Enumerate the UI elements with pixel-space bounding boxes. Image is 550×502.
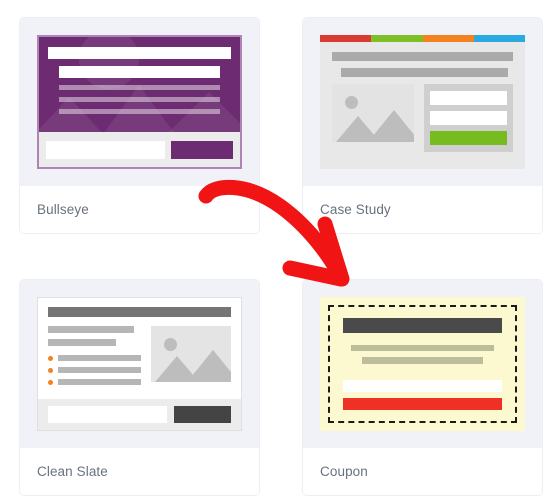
template-preview-coupon[interactable]	[303, 280, 542, 448]
image-placeholder-sun-icon	[345, 96, 358, 109]
case-study-form-panel	[424, 84, 513, 152]
template-name-bullseye: Bullseye	[37, 202, 89, 217]
bullet-dot-icon	[48, 355, 53, 361]
color-bar-red	[320, 35, 372, 42]
case-study-email-field-mock	[430, 111, 507, 125]
coupon-headline-bar	[343, 318, 502, 333]
coupon-body-line	[350, 344, 495, 352]
clean-slate-optin-footer	[38, 399, 241, 430]
template-label-row-coupon: Coupon	[303, 448, 542, 495]
bullseye-headline-bar	[48, 47, 231, 59]
bullet-dot-icon	[48, 367, 53, 373]
template-label-row-case-study: Case Study	[303, 186, 542, 233]
clean-slate-headline-bar	[48, 307, 231, 317]
case-study-lower-section	[332, 84, 513, 152]
bullseye-body-line	[58, 109, 221, 114]
template-preview-clean-slate[interactable]	[20, 280, 259, 448]
template-card-bullseye[interactable]: Bullseye	[20, 18, 259, 233]
case-study-headline-bar	[332, 52, 513, 61]
bullet-dot-icon	[48, 379, 53, 385]
clean-slate-bullet-line	[58, 355, 141, 361]
clean-slate-submit-button-mock	[174, 406, 231, 423]
clean-slate-bullet-item	[48, 355, 141, 361]
template-grid: Bullseye Case Study Clean Slate Coupon	[0, 0, 550, 502]
coupon-email-preview	[320, 297, 525, 431]
bullseye-email-preview	[37, 35, 242, 169]
clean-slate-columns	[48, 326, 231, 391]
color-bar-orange	[422, 35, 474, 42]
clean-slate-image-placeholder	[151, 326, 231, 382]
image-placeholder-sun-icon	[164, 338, 177, 351]
coupon-dashed-frame	[328, 305, 517, 423]
bullseye-subhead-bar	[58, 66, 220, 78]
clean-slate-bullet-line	[58, 367, 141, 373]
template-label-row-clean-slate: Clean Slate	[20, 448, 259, 495]
template-chooser-screen: Bullseye Case Study Clean Slate Coupon	[0, 0, 550, 502]
case-study-email-preview	[320, 35, 525, 169]
coupon-email-input-mock	[343, 379, 502, 392]
template-preview-case-study[interactable]	[303, 18, 542, 186]
template-card-clean-slate[interactable]: Clean Slate	[20, 280, 259, 495]
case-study-submit-button-mock	[430, 131, 507, 145]
bullseye-email-input-mock	[46, 140, 165, 159]
template-name-coupon: Coupon	[320, 464, 368, 479]
clean-slate-bullet-item	[48, 367, 141, 373]
image-placeholder-mountain-icon	[368, 110, 414, 142]
clean-slate-bullet-line	[58, 379, 141, 385]
template-name-case-study: Case Study	[320, 202, 391, 217]
case-study-image-placeholder	[332, 84, 414, 142]
clean-slate-bullet-list	[48, 355, 141, 385]
clean-slate-body-line	[48, 326, 135, 333]
clean-slate-email-input-mock	[48, 406, 167, 423]
template-name-clean-slate: Clean Slate	[37, 464, 108, 479]
bullseye-content	[39, 37, 240, 114]
template-preview-bullseye[interactable]	[20, 18, 259, 186]
coupon-body-line	[362, 357, 483, 364]
template-label-row-bullseye: Bullseye	[20, 186, 259, 233]
clean-slate-email-preview	[37, 297, 242, 431]
case-study-color-strip	[320, 35, 525, 42]
case-study-subhead-bar	[341, 68, 508, 77]
clean-slate-content	[38, 298, 241, 391]
bullseye-optin-footer	[39, 132, 240, 167]
clean-slate-text-column	[48, 326, 141, 391]
bullseye-submit-button-mock	[171, 140, 233, 159]
bullseye-body-line	[58, 85, 221, 90]
template-card-coupon[interactable]: Coupon	[303, 280, 542, 495]
color-bar-blue	[473, 35, 525, 42]
color-bar-green	[371, 35, 423, 42]
case-study-content	[320, 42, 525, 152]
template-card-case-study[interactable]: Case Study	[303, 18, 542, 233]
clean-slate-bullet-item	[48, 379, 141, 385]
image-placeholder-mountain-icon	[187, 350, 231, 382]
coupon-submit-button-mock	[343, 397, 502, 411]
case-study-name-field-mock	[430, 91, 507, 105]
clean-slate-body-line	[48, 339, 116, 346]
bullseye-body-line	[58, 97, 221, 102]
